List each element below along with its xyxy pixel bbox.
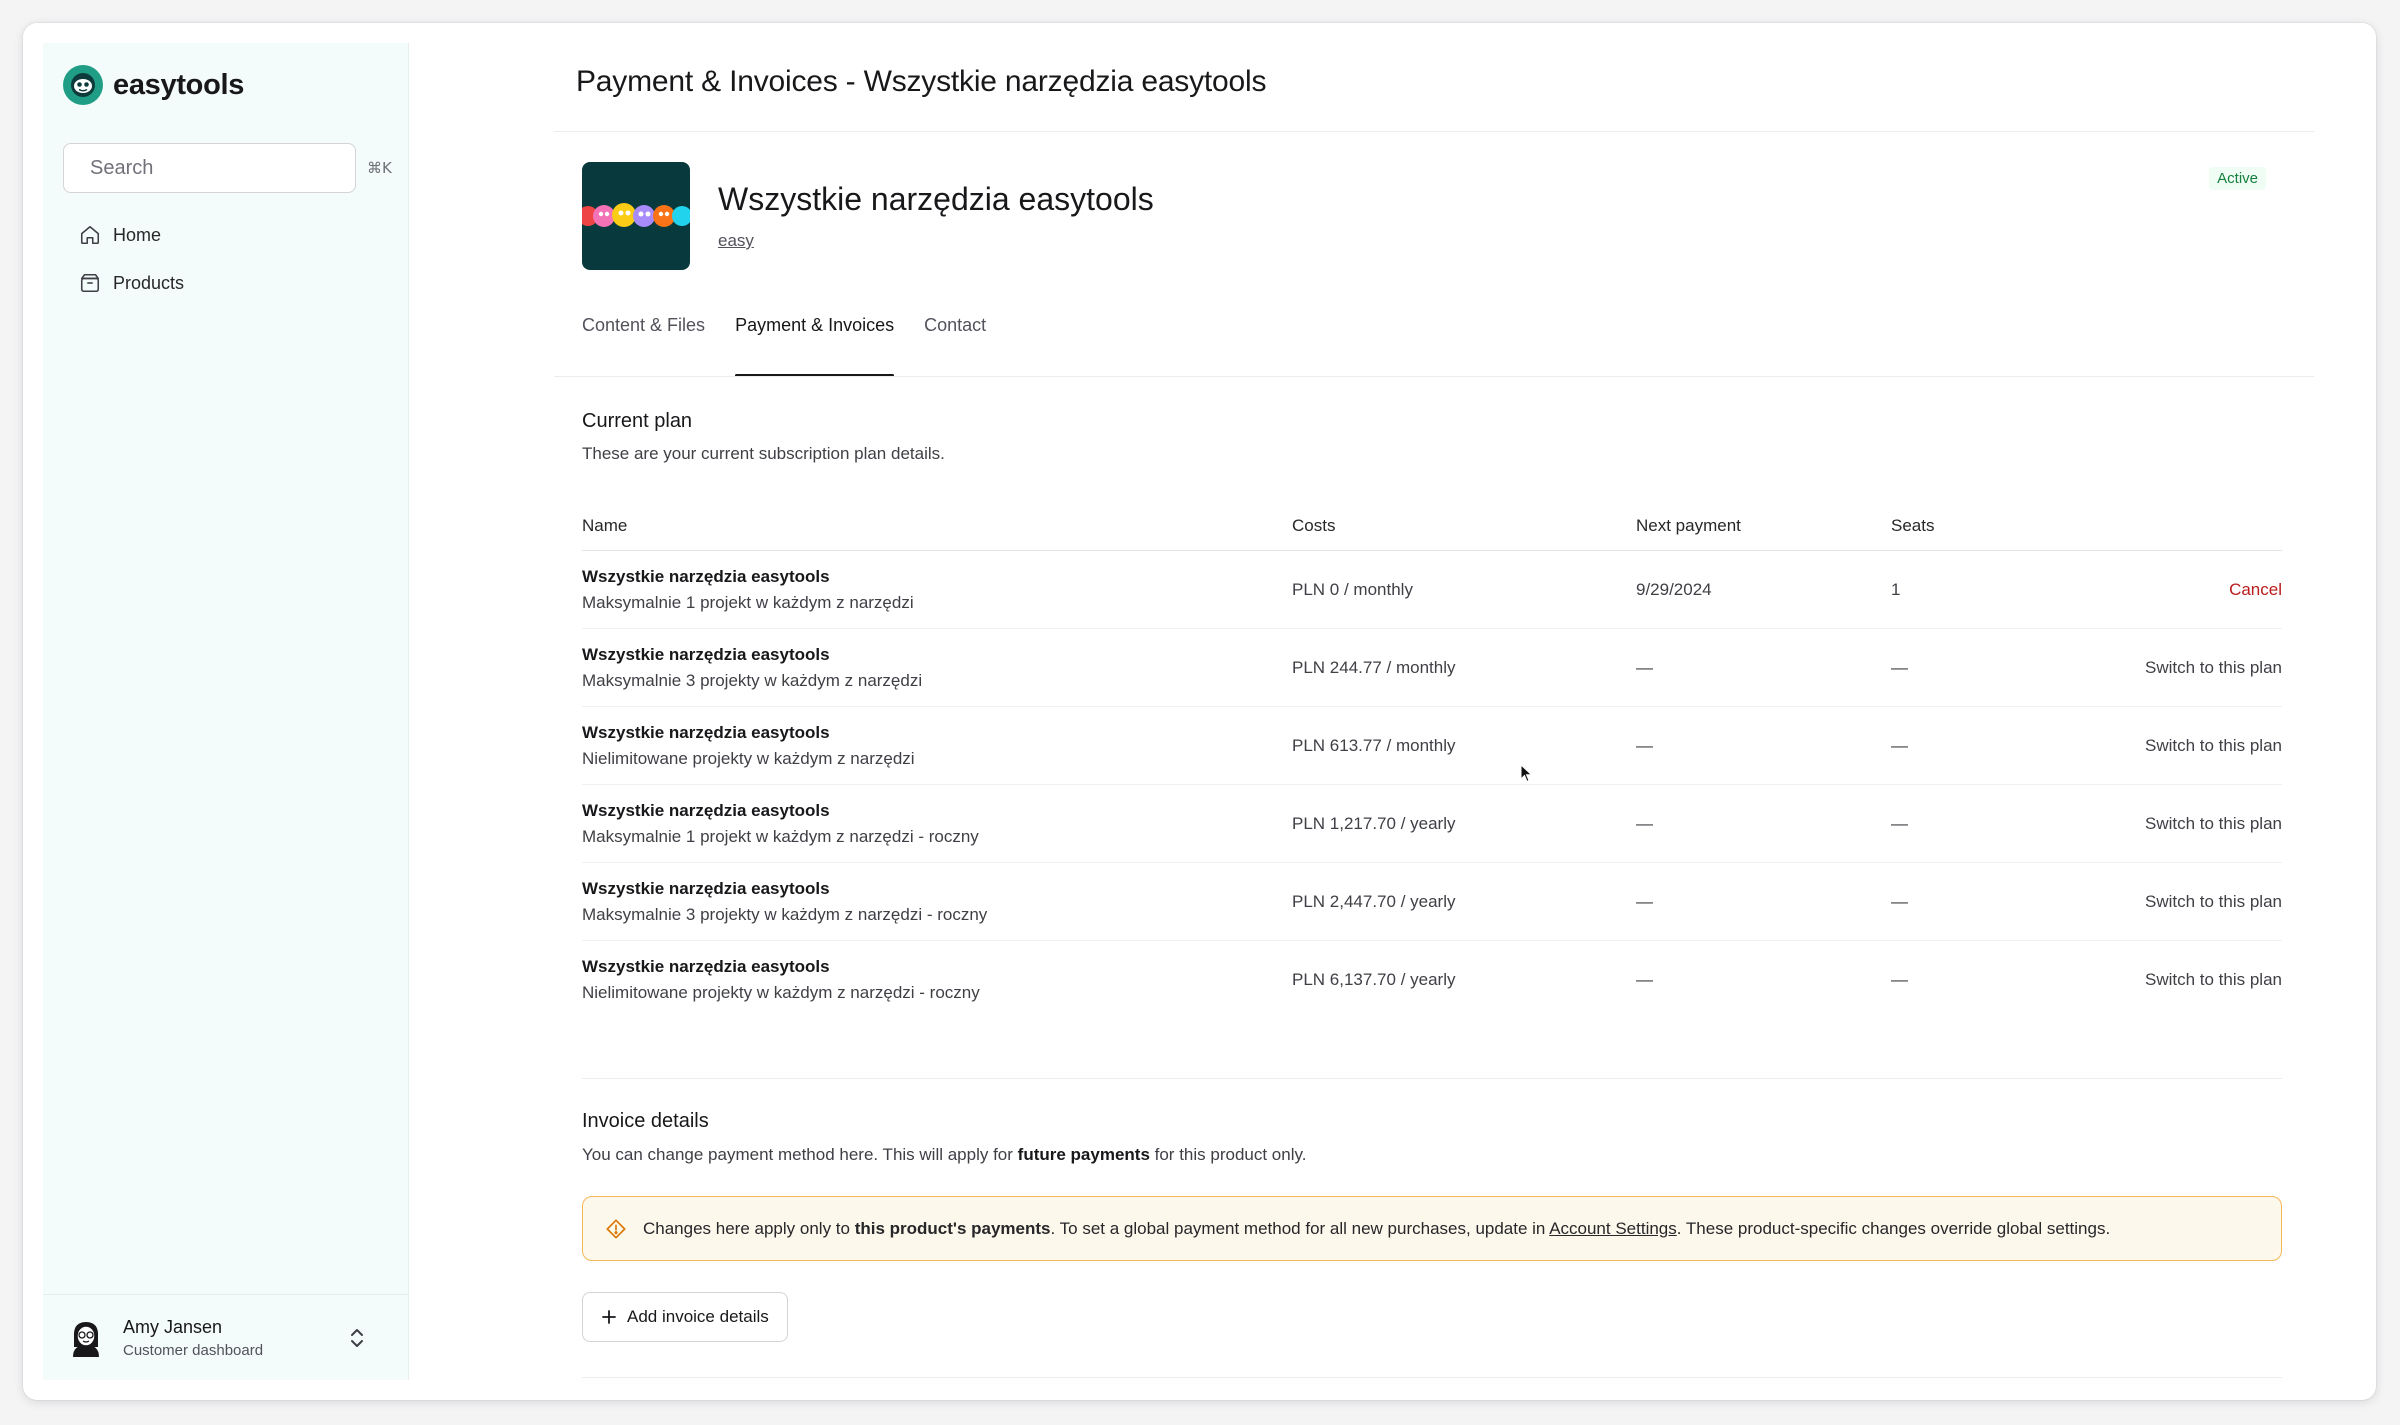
user-name: Amy Jansen — [123, 1316, 223, 1337]
plan-name: Wszystkie narzędzia easytools — [582, 644, 830, 664]
logo-icon — [63, 65, 103, 105]
plan-next-payment: — — [1636, 657, 1653, 677]
page-title: Payment & Invoices - Wszystkie narzędzia… — [576, 65, 1267, 98]
table-row: Wszystkie narzędzia easytools Maksymalnie… — [582, 551, 2282, 629]
sidebar-item-label: Products — [113, 272, 185, 293]
table-row: Wszystkie narzędzia easytools Maksymalnie… — [582, 629, 2282, 707]
cancel-plan-button[interactable]: Cancel — [2091, 580, 2282, 600]
account-settings-link[interactable]: Account Settings — [1549, 1219, 1677, 1238]
plan-seats: — — [1891, 970, 1908, 989]
plan-name: Wszystkie narzędzia easytools — [582, 878, 830, 898]
main-content: Payment & Invoices - Wszystkie narzędzia… — [409, 23, 2376, 1400]
search-shortcut: ⌘K — [367, 159, 392, 177]
tab-content-files[interactable]: Content & Files — [582, 315, 705, 377]
table-row: Wszystkie narzędzia easytools Maksymalnie… — [582, 863, 2282, 941]
add-invoice-details-button[interactable]: Add invoice details — [582, 1292, 788, 1342]
user-menu[interactable]: Amy Jansen Customer dashboard — [43, 1294, 409, 1380]
plan-cost: PLN 613.77 / monthly — [1292, 735, 1456, 755]
product-name: Wszystkie narzędzia easytools — [718, 181, 1154, 217]
sidebar-item-label: Home — [113, 224, 162, 245]
invoice-details-title: Invoice details — [582, 1110, 709, 1132]
table-row: Wszystkie narzędzia easytools Maksymalnie… — [582, 785, 2282, 863]
plan-next-payment: — — [1636, 970, 1653, 989]
brand-name: easytools — [113, 68, 245, 101]
notice-text: Changes here apply only to this product'… — [643, 1218, 2111, 1238]
plan-cost: PLN 0 / monthly — [1292, 579, 1413, 599]
divider — [554, 131, 2314, 132]
tab-payment-invoices[interactable]: Payment & Invoices — [735, 315, 895, 377]
switch-plan-button[interactable]: Switch to this plan — [2091, 814, 2282, 834]
plans-table: Name Costs Next payment Seats Wszystkie … — [582, 501, 2282, 1019]
plan-next-payment: — — [1636, 891, 1653, 911]
status-badge: Active — [2209, 167, 2266, 190]
plan-cost: PLN 244.77 / monthly — [1292, 657, 1456, 677]
browser-window: easytools ⌘K Home Products — [23, 23, 2376, 1400]
plan-next-payment: — — [1636, 813, 1653, 833]
plan-cost: PLN 6,137.70 / yearly — [1292, 970, 1456, 989]
plan-seats: — — [1891, 735, 1908, 755]
warning-diamond-icon — [606, 1218, 626, 1239]
tab-contact[interactable]: Contact — [924, 315, 986, 377]
plan-next-payment: — — [1636, 735, 1653, 755]
plan-description: Nielimitowane projekty w każdym z narzęd… — [582, 983, 980, 1002]
plan-seats: — — [1891, 813, 1908, 833]
warning-notice: Changes here apply only to this product'… — [582, 1196, 2282, 1261]
plan-name: Wszystkie narzędzia easytools — [582, 722, 830, 742]
avatar — [73, 1321, 99, 1357]
plan-seats: — — [1891, 657, 1908, 677]
plan-cost: PLN 2,447.70 / yearly — [1292, 891, 1456, 911]
switch-plan-button[interactable]: Switch to this plan — [2091, 736, 2282, 756]
table-row: Wszystkie narzędzia easytools Nielimitowa… — [582, 941, 2282, 1019]
mouse-cursor-icon — [1520, 764, 1533, 783]
plan-name: Wszystkie narzędzia easytools — [582, 566, 830, 586]
column-header-name: Name — [582, 515, 628, 535]
sidebar-item-home[interactable]: Home — [57, 211, 387, 259]
sidebar: easytools ⌘K Home Products — [43, 43, 409, 1380]
column-header-costs: Costs — [1292, 515, 1336, 535]
plan-next-payment: 9/29/2024 — [1636, 579, 1712, 599]
switch-plan-button[interactable]: Switch to this plan — [2091, 970, 2282, 990]
plan-description: Maksymalnie 3 projekty w każdym z narzęd… — [582, 904, 988, 924]
sidebar-nav: Home Products — [57, 211, 387, 307]
product-thumbnail — [582, 162, 690, 270]
divider — [582, 1377, 2282, 1378]
plus-icon — [602, 1310, 616, 1324]
plan-description: Nielimitowane projekty w każdym z narzęd… — [582, 748, 915, 768]
table-row: Wszystkie narzędzia easytools Nielimitowa… — [582, 707, 2282, 785]
user-role: Customer dashboard — [123, 1341, 264, 1359]
invoice-details-description: You can change payment method here. This… — [582, 1145, 1307, 1164]
add-invoice-details-label: Add invoice details — [627, 1307, 769, 1326]
column-header-seats: Seats — [1891, 515, 1935, 535]
plan-description: Maksymalnie 1 projekt w każdym z narzędz… — [582, 592, 914, 612]
current-plan-title: Current plan — [582, 410, 693, 432]
column-header-next-payment: Next payment — [1636, 515, 1741, 535]
product-link[interactable]: easy — [718, 231, 754, 251]
divider — [554, 376, 2314, 377]
plan-name: Wszystkie narzędzia easytools — [582, 957, 830, 976]
switch-plan-button[interactable]: Switch to this plan — [2091, 892, 2282, 912]
search-box[interactable]: ⌘K — [63, 143, 392, 193]
switch-plan-button[interactable]: Switch to this plan — [2091, 658, 2282, 678]
plan-seats: 1 — [1891, 579, 1901, 599]
tab-bar: Content & Files Payment & Invoices Conta… — [582, 315, 986, 377]
plan-name: Wszystkie narzędzia easytools — [582, 800, 830, 820]
box-icon — [80, 273, 100, 293]
user-info: Amy Jansen Customer dashboard — [123, 1317, 329, 1359]
chevron-up-down-icon[interactable] — [345, 1326, 369, 1350]
home-icon — [80, 225, 100, 245]
search-input[interactable] — [90, 156, 355, 180]
sidebar-item-products[interactable]: Products — [57, 259, 387, 307]
plan-description: Maksymalnie 3 projekty w każdym z narzęd… — [582, 670, 923, 690]
divider — [582, 1078, 2282, 1079]
brand-logo[interactable]: easytools — [63, 65, 244, 105]
table-header: Name Costs Next payment Seats — [582, 501, 2282, 551]
plan-seats: — — [1891, 891, 1908, 911]
plan-description: Maksymalnie 1 projekt w każdym z narzędz… — [582, 826, 979, 846]
current-plan-description: These are your current subscription plan… — [582, 444, 945, 463]
plan-cost: PLN 1,217.70 / yearly — [1292, 813, 1456, 833]
